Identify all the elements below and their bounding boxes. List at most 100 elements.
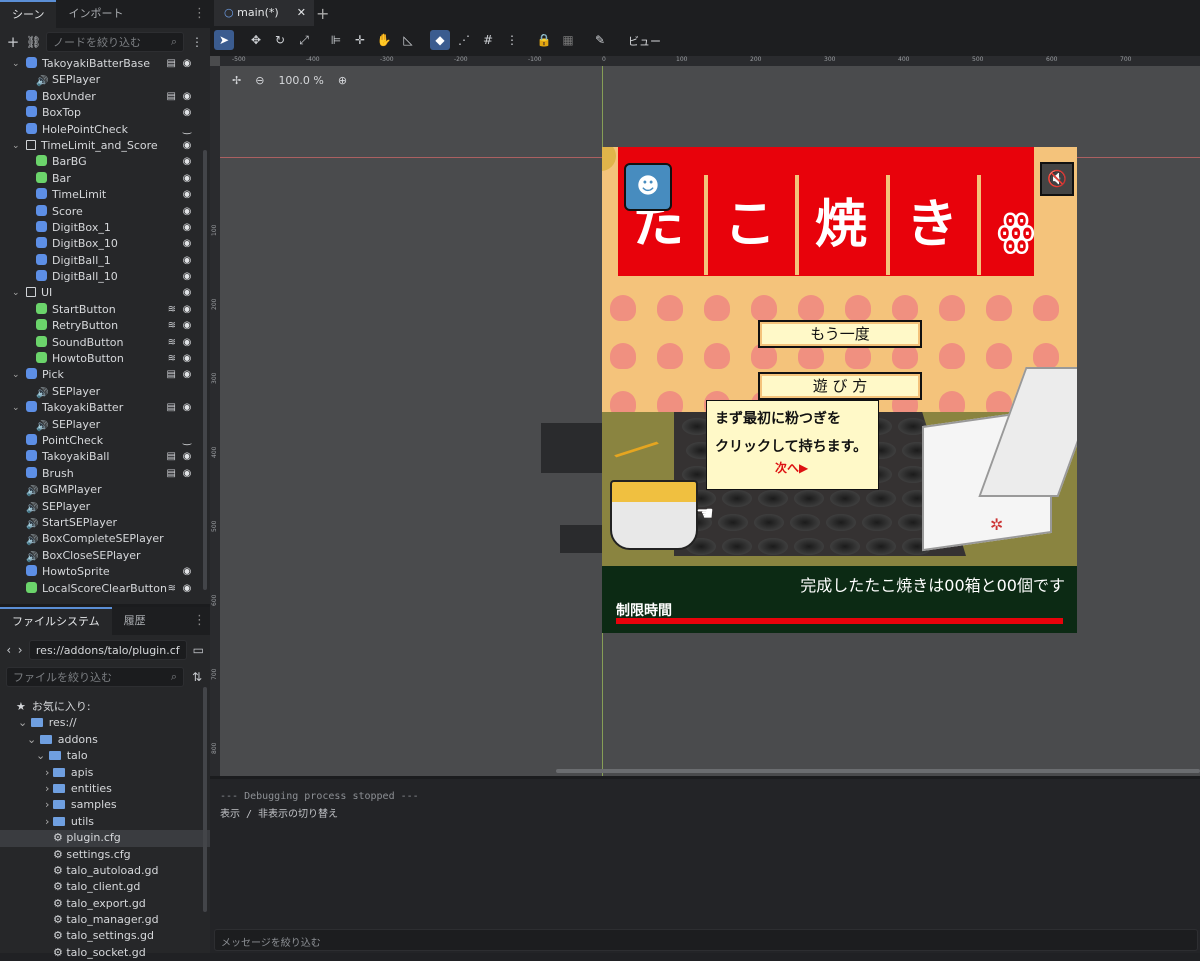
script-icon[interactable]: ▤ bbox=[167, 466, 176, 482]
visibility-eye-icon[interactable]: ◉ bbox=[180, 204, 194, 220]
visibility-eye-icon[interactable]: ◉ bbox=[180, 89, 194, 105]
scene-node[interactable]: SoundButton ≋ ◉ bbox=[0, 335, 210, 351]
plate-hole[interactable] bbox=[722, 490, 752, 507]
expand-arrow-icon[interactable]: ⌄ bbox=[12, 367, 22, 383]
scene-node[interactable]: ⌄ TimeLimit_and_Score ◉ bbox=[0, 138, 210, 154]
plate-hole[interactable] bbox=[794, 538, 824, 555]
signal-icon[interactable]: ≋ bbox=[168, 581, 176, 597]
add-tab-icon[interactable]: + bbox=[316, 4, 329, 23]
scene-node[interactable]: TimeLimit ◉ bbox=[0, 187, 210, 203]
zoom-out-icon[interactable]: ⊖ bbox=[255, 74, 264, 87]
scene-node[interactable]: ⌄ TakoyakiBatterBase ▤ ◉ bbox=[0, 56, 210, 72]
tab-filesystem[interactable]: ファイルシステム bbox=[0, 607, 112, 635]
visibility-eye-icon[interactable]: ◉ bbox=[180, 466, 194, 482]
tab-scene[interactable]: シーン bbox=[0, 0, 57, 28]
scene-node[interactable]: PointCheck ‿ bbox=[0, 433, 210, 449]
canvas-viewport[interactable]: -500 -400 -300 -200 -100 0 100 200 300 400 500 600 7… bbox=[210, 56, 1200, 776]
visibility-eye-icon[interactable]: ◉ bbox=[180, 302, 194, 318]
hidden-eye-icon[interactable]: ‿ bbox=[180, 433, 194, 449]
bone-icon[interactable]: ✎ bbox=[590, 30, 610, 50]
scene-tab-main[interactable]: ○ main(*) ✕ bbox=[214, 0, 314, 26]
scene-node[interactable]: DigitBox_1 ◉ bbox=[0, 220, 210, 236]
scene-node[interactable]: DigitBox_10 ◉ bbox=[0, 236, 210, 252]
scene-node[interactable]: HowtoSprite ◉ bbox=[0, 564, 210, 580]
plate-hole[interactable] bbox=[758, 538, 788, 555]
mute-button[interactable]: 🔇 bbox=[1040, 162, 1074, 196]
scene-node[interactable]: Bar ◉ bbox=[0, 171, 210, 187]
visibility-eye-icon[interactable]: ◉ bbox=[180, 318, 194, 334]
expand-arrow-icon[interactable]: › bbox=[45, 798, 53, 811]
close-icon[interactable]: ✕ bbox=[297, 0, 306, 26]
scene-node[interactable]: 🔊 SEPlayer bbox=[0, 499, 210, 515]
visibility-eye-icon[interactable]: ◉ bbox=[180, 105, 194, 121]
more-menu-icon[interactable]: ⋮ bbox=[190, 35, 204, 49]
visibility-eye-icon[interactable]: ◉ bbox=[180, 367, 194, 383]
expand-arrow-icon[interactable]: › bbox=[45, 815, 53, 828]
snap-options-icon[interactable]: ⋮ bbox=[502, 30, 522, 50]
scene-node[interactable]: StartButton ≋ ◉ bbox=[0, 302, 210, 318]
visibility-eye-icon[interactable]: ◉ bbox=[180, 236, 194, 252]
visibility-eye-icon[interactable]: ◉ bbox=[180, 253, 194, 269]
scene-node[interactable]: Score ◉ bbox=[0, 204, 210, 220]
split-view-icon[interactable]: ▭ bbox=[193, 643, 204, 657]
plate-hole[interactable] bbox=[862, 514, 892, 531]
scene-node[interactable]: ⌄ TakoyakiBatter ▤ ◉ bbox=[0, 400, 210, 416]
file-item[interactable]: ⚙ talo_manager.gd bbox=[0, 912, 210, 928]
plate-hole[interactable] bbox=[794, 490, 824, 507]
scene-node[interactable]: ⌄ UI ◉ bbox=[0, 285, 210, 301]
scene-node[interactable]: TakoyakiBall ▤ ◉ bbox=[0, 449, 210, 465]
folder-item[interactable]: › entities bbox=[0, 781, 210, 797]
snap-icon[interactable]: ◆ bbox=[430, 30, 450, 50]
signal-icon[interactable]: ≋ bbox=[168, 318, 176, 334]
visibility-eye-icon[interactable]: ◉ bbox=[180, 351, 194, 367]
signal-icon[interactable]: ≋ bbox=[168, 302, 176, 318]
script-icon[interactable]: ▤ bbox=[167, 367, 176, 383]
visibility-eye-icon[interactable]: ◉ bbox=[180, 269, 194, 285]
expand-arrow-icon[interactable]: ⌄ bbox=[18, 716, 31, 729]
visibility-eye-icon[interactable]: ◉ bbox=[180, 335, 194, 351]
pan-tool-icon[interactable]: ✋ bbox=[374, 30, 394, 50]
group-icon[interactable]: ▦ bbox=[558, 30, 578, 50]
add-node-icon[interactable]: + bbox=[6, 33, 20, 51]
scene-node[interactable]: HolePointCheck ‿ bbox=[0, 122, 210, 138]
scene-node[interactable]: DigitBall_10 ◉ bbox=[0, 269, 210, 285]
grid-snap-icon[interactable]: # bbox=[478, 30, 498, 50]
scale-tool-icon[interactable]: ⤢ bbox=[294, 30, 314, 50]
plate-hole[interactable] bbox=[866, 538, 896, 555]
scene-node[interactable]: BoxTop ◉ bbox=[0, 105, 210, 121]
plate-hole[interactable] bbox=[830, 490, 860, 507]
plate-hole[interactable] bbox=[722, 538, 752, 555]
expand-arrow-icon[interactable]: ⌄ bbox=[12, 138, 22, 154]
plate-hole[interactable] bbox=[830, 538, 860, 555]
forward-icon[interactable]: › bbox=[17, 643, 23, 657]
folder-item[interactable]: › samples bbox=[0, 797, 210, 813]
visibility-eye-icon[interactable]: ◉ bbox=[180, 285, 194, 301]
scene-node[interactable]: RetryButton ≋ ◉ bbox=[0, 318, 210, 334]
center-view-icon[interactable]: ✢ bbox=[232, 74, 241, 87]
fs-menu-icon[interactable]: ⋮ bbox=[193, 613, 206, 628]
smart-snap-icon[interactable]: ⋰ bbox=[454, 30, 474, 50]
expand-arrow-icon[interactable]: › bbox=[45, 766, 53, 779]
file-filter-input[interactable]: ファイルを絞り込む ⌕ bbox=[6, 667, 184, 687]
expand-arrow-icon[interactable]: ⌄ bbox=[27, 733, 40, 746]
scene-node[interactable]: 🔊 SEPlayer bbox=[0, 417, 210, 433]
scene-node[interactable]: 🔊 SEPlayer bbox=[0, 384, 210, 400]
scene-node[interactable]: Brush ▤ ◉ bbox=[0, 466, 210, 482]
ruler-tool-icon[interactable]: ◺ bbox=[398, 30, 418, 50]
message-filter-input[interactable]: メッセージを絞り込む bbox=[214, 929, 1198, 951]
retry-button[interactable]: もう一度 bbox=[758, 320, 922, 348]
expand-arrow-icon[interactable]: › bbox=[45, 782, 53, 795]
script-icon[interactable]: ▤ bbox=[167, 400, 176, 416]
scene-node[interactable]: 🔊 SEPlayer bbox=[0, 72, 210, 88]
script-icon[interactable]: ▤ bbox=[167, 89, 176, 105]
signal-icon[interactable]: ≋ bbox=[168, 351, 176, 367]
favorites-item[interactable]: ★ お気に入り: bbox=[0, 699, 210, 715]
visibility-eye-icon[interactable]: ◉ bbox=[180, 154, 194, 170]
plate-hole[interactable] bbox=[826, 514, 856, 531]
back-icon[interactable]: ‹ bbox=[6, 643, 11, 657]
tab-import[interactable]: インポート bbox=[56, 0, 135, 28]
file-item[interactable]: ⚙ talo_client.gd bbox=[0, 879, 210, 895]
view-menu[interactable]: ビュー bbox=[628, 33, 661, 49]
visibility-eye-icon[interactable]: ◉ bbox=[180, 187, 194, 203]
expand-arrow-icon[interactable]: ⌄ bbox=[12, 285, 22, 301]
